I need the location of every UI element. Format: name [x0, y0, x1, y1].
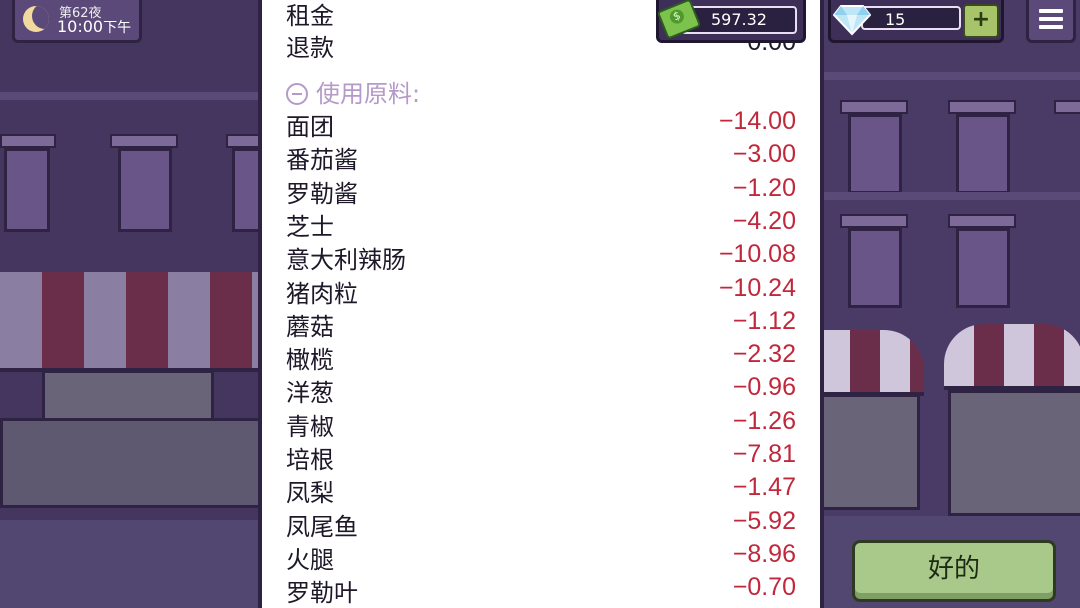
gem-icon [833, 5, 871, 36]
ingredient-row: 橄榄 −2.32 [286, 340, 796, 375]
ingredient-cost: −8.96 [732, 539, 796, 568]
ingredient-cost: −0.96 [732, 373, 796, 402]
receipt-border [820, 0, 824, 608]
window-frame [840, 100, 908, 114]
window-frame [0, 134, 56, 148]
ingredient-name: 橄榄 [286, 346, 334, 375]
ingredient-row: 罗勒叶 −0.70 [286, 573, 796, 608]
ingredient-row: 凤尾鱼 −5.92 [286, 506, 796, 541]
ingredient-name: 罗勒酱 [286, 179, 358, 208]
awning [0, 272, 262, 372]
money-display: 597.32 $ [656, 0, 806, 43]
night-time-badge: 第62夜 10:00下午 [12, 0, 142, 43]
menu-button[interactable] [1026, 0, 1076, 43]
moon-icon [23, 6, 49, 32]
window-frame [948, 214, 1016, 228]
ingredient-row: 面团 −14.00 [286, 107, 796, 141]
ingredient-cost: −4.20 [732, 206, 796, 235]
storefront-door [948, 390, 1080, 516]
ingredient-cost: −5.92 [732, 506, 796, 535]
window [848, 114, 902, 194]
storefront-window [0, 418, 268, 508]
gem-display: 15 + [828, 0, 1004, 43]
ingredient-cost: −3.00 [732, 140, 796, 169]
ingredient-row: 意大利辣肠 −10.08 [286, 240, 796, 275]
ingredient-cost: −1.26 [732, 406, 796, 435]
ingredient-name: 火腿 [286, 545, 334, 574]
building-ledge [0, 92, 262, 100]
clock: 10:00下午 [57, 17, 131, 37]
awning [944, 324, 1080, 390]
ingredient-cost: −10.24 [718, 273, 796, 302]
window-frame [840, 214, 908, 228]
window-frame [110, 134, 178, 148]
sidewalk [0, 520, 262, 608]
ingredient-row: 蘑菇 −1.12 [286, 306, 796, 341]
row-label: 租金 [286, 2, 334, 30]
collapse-icon[interactable] [286, 83, 308, 105]
window [118, 148, 172, 232]
window-frame [1054, 100, 1080, 114]
clock-period: 下午 [103, 20, 132, 36]
window [4, 148, 50, 232]
clock-time: 10:00 [57, 17, 104, 36]
storefront [820, 394, 920, 510]
window [956, 228, 1010, 308]
ingredient-name: 青椒 [286, 412, 334, 441]
ingredient-row: 火腿 −8.96 [286, 539, 796, 574]
ingredient-row: 番茄酱 −3.00 [286, 140, 796, 175]
ingredient-name: 洋葱 [286, 379, 334, 408]
ingredient-name: 罗勒叶 [286, 579, 358, 608]
ingredient-name: 凤尾鱼 [286, 512, 358, 541]
ingredient-name: 培根 [286, 446, 334, 474]
building-ledge [820, 192, 1080, 200]
ingredient-cost: −10.08 [718, 240, 796, 269]
row-label: 退款 [286, 34, 334, 62]
ingredient-name: 面团 [286, 113, 334, 141]
ingredient-cost: −2.32 [732, 340, 796, 369]
ingredient-row: 猪肉粒 −10.24 [286, 273, 796, 308]
ingredient-name: 凤梨 [286, 479, 334, 508]
ingredient-row: 罗勒酱 −1.20 [286, 173, 796, 208]
ingredient-name: 蘑菇 [286, 312, 334, 341]
awning [820, 330, 924, 396]
section-title: 使用原料: [316, 80, 421, 108]
ingredient-cost: −1.20 [732, 173, 796, 202]
ingredient-cost: −0.70 [732, 573, 796, 602]
ingredient-cost: −1.12 [732, 306, 796, 335]
add-gems-button[interactable]: + [963, 4, 999, 38]
ingredient-row: 芝士 −4.20 [286, 206, 796, 241]
gem-count: 15 [861, 6, 961, 30]
ingredient-cost: −7.81 [732, 440, 796, 468]
window [956, 114, 1010, 194]
ingredient-cost: −14.00 [718, 107, 796, 135]
ingredient-row: 青椒 −1.26 [286, 406, 796, 441]
ingredient-name: 猪肉粒 [286, 279, 358, 308]
ingredient-row: 培根 −7.81 [286, 440, 796, 474]
building-ledge [820, 72, 1080, 80]
ingredient-name: 芝士 [286, 212, 334, 241]
window [848, 228, 902, 308]
ingredient-row: 凤梨 −1.47 [286, 473, 796, 508]
ingredient-cost: −1.47 [732, 473, 796, 502]
window-frame [948, 100, 1016, 114]
ingredients-section-header[interactable]: 使用原料: [286, 74, 420, 108]
ingredient-row: 洋葱 −0.96 [286, 373, 796, 408]
ingredient-name: 意大利辣肠 [286, 246, 406, 275]
ingredient-name: 番茄酱 [286, 146, 358, 175]
ok-button[interactable]: 好的 [852, 540, 1056, 602]
